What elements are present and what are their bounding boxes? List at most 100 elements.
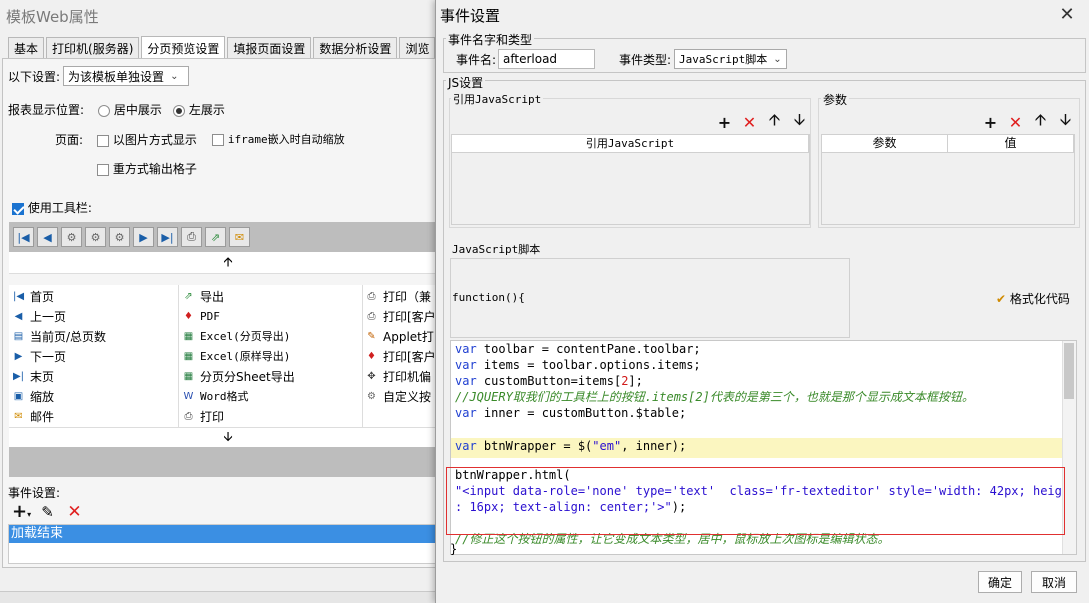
code-line: var btnWrapper = $("em", inner); (455, 438, 686, 454)
arrow-up-icon[interactable]: 🡩 (1032, 109, 1049, 136)
list-item-label: Excel(分页导出) (200, 330, 291, 343)
move-icon: ✥ (367, 370, 376, 382)
edit-icon[interactable]: ✎ (39, 503, 56, 521)
event-type-value: JavaScript脚本 (679, 53, 768, 66)
cancel-button[interactable]: 取消 (1031, 571, 1077, 593)
list-item[interactable]: ▤ 当前页/总页数 (11, 326, 106, 346)
list-item-label: 上一页 (30, 309, 67, 324)
list-item-label: Applet打 (383, 329, 434, 344)
function-header-box: function(){ (450, 258, 850, 338)
export-icon: ⇗ (184, 290, 193, 302)
arrow-down-icon[interactable]: 🡫 (1057, 109, 1074, 136)
list-item[interactable]: ▦ Excel(分页导出) (181, 326, 291, 346)
event-settings-label: 事件设置: (8, 486, 61, 500)
radio-center[interactable]: 居中展示 (98, 101, 162, 118)
radio-center-icon (98, 104, 110, 117)
window-title: 模板Web属性 (6, 8, 99, 26)
list-item[interactable]: ⇗ 导出 (181, 286, 224, 306)
checkbox-icon (212, 133, 224, 146)
dialog-title: 事件设置 (440, 7, 501, 25)
gear-icon[interactable]: ⚙ (85, 227, 106, 247)
tab-basic[interactable]: 基本 (8, 37, 45, 59)
editor-scrollbar-thumb[interactable] (1064, 343, 1074, 399)
tab-page-preview[interactable]: 分页预览设置 (141, 36, 226, 59)
radio-left-label: 左展示 (188, 103, 225, 117)
print-icon[interactable]: ⎙ (181, 227, 202, 247)
pdf-icon: ♦ (184, 310, 193, 322)
tab-browse[interactable]: 浏览 (399, 37, 436, 59)
code-token: "em" (592, 439, 622, 453)
mail-icon[interactable]: ✉ (229, 227, 250, 247)
list-item[interactable]: ♦ PDF (181, 306, 220, 326)
next-page-icon: ▶ (14, 350, 23, 362)
checkbox-icon (97, 134, 109, 147)
close-icon[interactable]: ✕ (1057, 4, 1077, 25)
prev-page-icon[interactable]: ◀ (37, 227, 58, 247)
list-item[interactable]: ▶| 末页 (11, 366, 54, 386)
code-token: inner = customButton.$table; (476, 406, 687, 420)
export-icon[interactable]: ⇗ (205, 227, 226, 247)
print-icon: ⎙ (367, 310, 376, 322)
prev-page-icon: ◀ (14, 310, 23, 322)
delete-icon[interactable]: ✕ (741, 113, 758, 132)
code-token: var (455, 374, 477, 388)
list-item-label: 导出 (200, 289, 225, 304)
event-type-select[interactable]: JavaScript脚本 ⌄ (674, 49, 787, 69)
opt-iframe-checkbox[interactable]: iframe嵌入时自动缩放 (212, 131, 345, 147)
add-dropdown-icon[interactable]: +▾ (12, 501, 31, 522)
ok-button[interactable]: 确定 (978, 571, 1022, 593)
list-item[interactable]: W Word格式 (181, 386, 249, 406)
list-item[interactable]: ⎙ 打印 (181, 406, 225, 426)
opt-iframe-label: iframe嵌入时自动缩放 (227, 133, 345, 146)
tab-printer-server[interactable]: 打印机(服务器) (46, 37, 140, 59)
list-item[interactable]: |◀ 首页 (11, 286, 54, 306)
tab-fill-page[interactable]: 填报页面设置 (227, 37, 312, 59)
code-line: var inner = customButton.$table; (455, 405, 686, 421)
next-page-icon[interactable]: ▶ (133, 227, 154, 247)
scope-select[interactable]: 为该模板单独设置 ⌄ (63, 66, 190, 86)
delete-icon[interactable]: ✕ (1007, 113, 1024, 132)
js-settings-label: JS设置 (446, 74, 486, 91)
toolbar-preview-bottom (9, 447, 447, 477)
arrow-up-icon[interactable]: 🡩 (766, 109, 783, 136)
list-item[interactable]: ▶ 下一页 (11, 346, 66, 366)
last-page-icon[interactable]: ▶| (157, 227, 178, 247)
list-item[interactable]: ▦ Excel(原样导出) (181, 346, 291, 366)
print-icon: ⎙ (184, 410, 193, 422)
code-line: var items = toolbar.options.items; (455, 357, 701, 373)
toolbar-button-grid: |◀ 首页 ◀ 上一页 ▤ 当前页/总页数 ▶ 下一页 ▶| 末页 ▣ 缩放 ✉ 邮件 ⇗ 导出… (9, 285, 447, 427)
list-item[interactable]: ✉ 邮件 (11, 406, 54, 426)
mail-icon: ✉ (14, 410, 23, 422)
gear-icon[interactable]: ⚙ (61, 227, 82, 247)
code-token: var (455, 358, 477, 372)
page-count-icon: ▤ (13, 330, 24, 342)
code-token: var (455, 342, 477, 356)
list-item[interactable]: ▦ 分页分Sheet导出 (181, 366, 295, 386)
annotation-highlight-box (446, 467, 1065, 535)
arrow-down-icon[interactable]: 🡫 (791, 109, 808, 136)
event-list-item[interactable]: 加载结束 (9, 525, 446, 543)
move-down-icon[interactable]: 🡫 (9, 427, 447, 447)
gear-icon[interactable]: ⚙ (109, 227, 130, 247)
zoom-icon: ▣ (13, 390, 24, 402)
opt-image-checkbox[interactable]: 以图片方式显示 (97, 131, 197, 148)
list-item-label: 缩放 (30, 389, 55, 404)
format-code-button[interactable]: ✔ 格式化代码 (996, 290, 1070, 307)
event-name-input[interactable]: afterload (498, 49, 595, 69)
add-icon[interactable]: + (716, 113, 733, 132)
list-item[interactable]: ▣ 缩放 (11, 386, 54, 406)
add-icon[interactable]: + (982, 113, 999, 132)
tab-data-analysis[interactable]: 数据分析设置 (313, 37, 398, 59)
list-item-label: 自定义按 (383, 389, 432, 404)
list-item-label: 邮件 (30, 409, 55, 424)
move-up-icon[interactable]: 🡩 (9, 252, 447, 274)
applet-icon: ✎ (367, 330, 376, 342)
opt-repeat-checkbox[interactable]: 重方式输出格子 (97, 160, 197, 177)
delete-icon[interactable]: ✕ (66, 502, 83, 522)
radio-left[interactable]: 左展示 (173, 101, 225, 118)
list-item-label: 首页 (30, 289, 55, 304)
event-type-label: 事件类型: (619, 53, 672, 67)
list-item[interactable]: ◀ 上一页 (11, 306, 66, 326)
first-page-icon[interactable]: |◀ (13, 227, 34, 247)
use-toolbar-checkbox[interactable]: 使用工具栏: (12, 199, 92, 216)
